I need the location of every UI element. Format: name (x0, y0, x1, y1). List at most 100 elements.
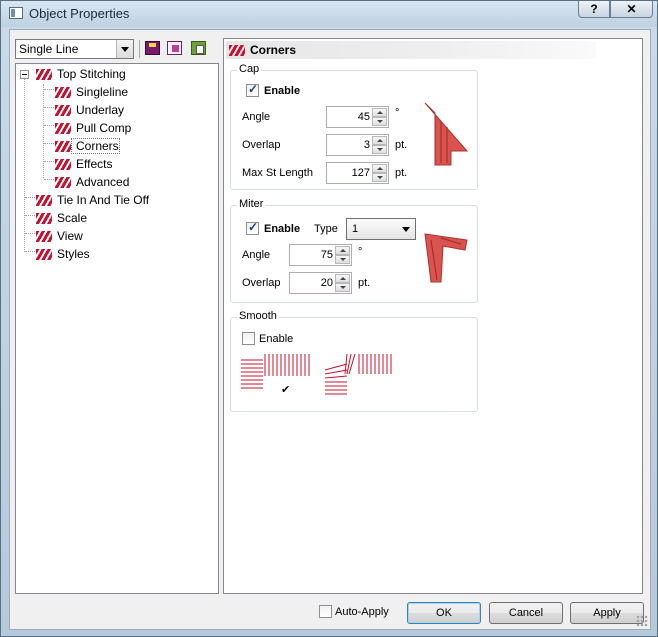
spin-up-icon[interactable] (335, 274, 350, 283)
cap-enable-label: Enable (264, 85, 301, 97)
miter-type-value: 1 (352, 223, 359, 235)
cap-group: Cap Enable Angle 45 ° Overlap 3 (230, 63, 478, 190)
stitch-icon (35, 248, 53, 261)
cancel-button[interactable]: Cancel (489, 602, 563, 624)
object-properties-window: Object Properties ? ✕ Single Line Top St… (0, 0, 658, 637)
tree-connector (25, 233, 35, 234)
tree-item-label: Underlay (76, 103, 125, 117)
spinner-buttons (372, 136, 387, 154)
cap-group-title: Cap (237, 63, 262, 75)
cap-angle-spinner[interactable]: 45 (326, 106, 389, 128)
miter-angle-spinner[interactable]: 75 (289, 244, 352, 266)
cap-max-st-length-spinner[interactable]: 127 (326, 162, 389, 184)
tree-connector (25, 197, 35, 198)
tree-item-underlay[interactable]: Underlay (54, 101, 124, 119)
apply-button[interactable]: Apply (570, 602, 644, 624)
ok-button[interactable]: OK (407, 602, 481, 624)
tree-item-label: Singleline (76, 85, 129, 99)
spinner-buttons (335, 246, 350, 264)
tree-connector (24, 78, 25, 252)
smooth-enable-label: Enable (259, 333, 294, 345)
tree-item-label: Top Stitching (57, 67, 126, 81)
miter-overlap-spinner[interactable]: 20 (289, 272, 352, 294)
miter-type-label: Type (314, 223, 338, 235)
tree-item-styles[interactable]: Styles (35, 245, 90, 263)
tree-item-tie-in-and-tie-off[interactable]: Tie In And Tie Off (35, 191, 149, 209)
smooth-selected-checkmark-icon: ✔ (281, 384, 291, 396)
tree-item-advanced[interactable]: Advanced (54, 173, 129, 191)
tree-item-label: Styles (57, 247, 90, 261)
spin-up-icon[interactable] (372, 136, 387, 145)
cap-max-st-length-unit: pt. (395, 167, 408, 179)
spin-up-icon[interactable] (372, 164, 387, 173)
spin-up-icon[interactable] (335, 246, 350, 255)
miter-enable-label: Enable (264, 223, 301, 235)
spin-down-icon[interactable] (372, 117, 387, 126)
spin-down-icon[interactable] (335, 283, 350, 292)
spinner-buttons (372, 108, 387, 126)
miter-overlap-label: Overlap (242, 277, 281, 289)
copy-icon[interactable] (167, 41, 182, 55)
window-title: Object Properties (29, 6, 130, 21)
help-button[interactable]: ? (578, 1, 610, 18)
chevron-down-icon[interactable] (116, 40, 133, 58)
cap-max-st-length-value: 127 (351, 167, 370, 179)
cap-enable-checkbox[interactable] (246, 82, 259, 97)
tree-item-corners[interactable]: Corners (54, 137, 120, 155)
tree-item-label: Corners (71, 138, 120, 154)
cap-preview-image (424, 102, 469, 166)
cap-max-st-length-label: Max St Length (242, 167, 313, 179)
cap-angle-label: Angle (242, 111, 271, 123)
tree-item-label: Scale (57, 211, 88, 225)
paste-icon[interactable] (191, 41, 206, 55)
stitch-icon (35, 68, 53, 81)
smooth-enable-checkbox[interactable] (242, 332, 255, 345)
tree-item-label: View (57, 229, 83, 243)
tree-item-label: Advanced (76, 175, 130, 189)
stitch-icon (54, 176, 72, 189)
save-icon[interactable] (145, 41, 160, 55)
tree-connector (44, 161, 54, 162)
spin-down-icon[interactable] (372, 145, 387, 154)
close-button[interactable]: ✕ (610, 1, 653, 18)
smooth-preview-right (324, 353, 392, 395)
miter-group-title: Miter (237, 198, 266, 210)
stitch-icon (54, 86, 72, 99)
cap-overlap-spinner[interactable]: 3 (326, 134, 389, 156)
spin-up-icon[interactable] (372, 108, 387, 117)
tree-connector (44, 125, 54, 126)
object-type-dropdown[interactable]: Single Line (15, 39, 134, 59)
panel-header: Corners (226, 41, 596, 59)
tree-item-pull-comp[interactable]: Pull Comp (54, 119, 131, 137)
window-icon (9, 7, 23, 19)
stitch-icon (54, 158, 72, 171)
tree-item-singleline[interactable]: Singleline (54, 83, 128, 101)
collapse-icon[interactable] (20, 70, 29, 79)
object-type-value: Single Line (19, 42, 79, 56)
tree-item-top-stitching[interactable]: Top Stitching (35, 65, 126, 83)
miter-type-select[interactable]: 1 (346, 218, 416, 240)
cap-overlap-value: 3 (363, 139, 370, 151)
spin-down-icon[interactable] (335, 255, 350, 264)
tree-item-scale[interactable]: Scale (35, 209, 87, 227)
stitch-icon (54, 122, 72, 135)
resize-grip-icon[interactable] (636, 615, 648, 627)
toolbar-separator (139, 40, 140, 58)
auto-apply-checkbox[interactable] (319, 605, 332, 618)
tree-connector (44, 143, 54, 144)
tree-connector (44, 179, 54, 180)
miter-angle-label: Angle (242, 249, 271, 261)
spin-down-icon[interactable] (372, 173, 387, 182)
smooth-preview-left (241, 354, 310, 389)
tree-item-effects[interactable]: Effects (54, 155, 112, 173)
tree-item-view[interactable]: View (35, 227, 83, 245)
stitch-icon (228, 44, 246, 57)
title-bar[interactable]: Object Properties ? ✕ (1, 1, 657, 27)
stitch-icon (54, 140, 72, 153)
miter-overlap-value: 20 (320, 277, 333, 289)
stitch-icon (35, 194, 53, 207)
property-tree[interactable]: Top Stitching Singleline Underlay Pull C… (15, 63, 219, 594)
chevron-down-icon (402, 227, 410, 232)
miter-enable-checkbox[interactable] (246, 220, 259, 235)
panel-title: Corners (250, 43, 297, 57)
